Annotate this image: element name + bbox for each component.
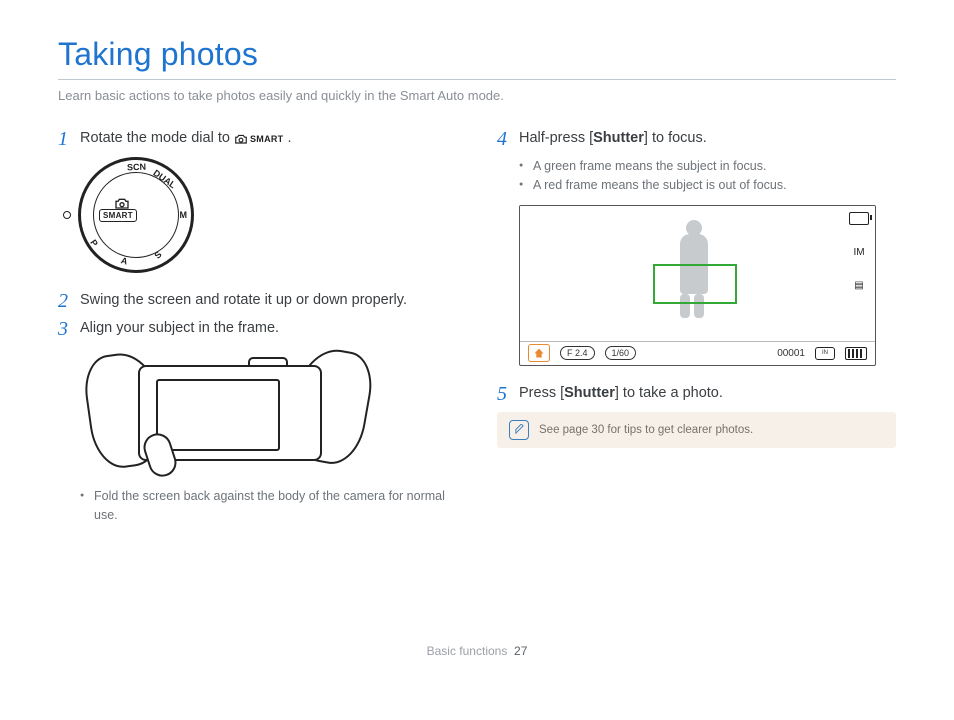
step-3-text: Align your subject in the frame.: [80, 319, 279, 339]
step-number-1: 1: [58, 129, 80, 149]
size-indicator: IM: [853, 247, 864, 258]
dial-scn: SCN: [127, 162, 146, 173]
step-4-pre: Half-press [: [519, 130, 593, 146]
battery-icon: [849, 212, 869, 225]
aperture-value: F 2.4: [560, 346, 595, 360]
step-number-5: 5: [497, 384, 519, 404]
camera-icon: [114, 198, 130, 210]
dial-dual: DUAL: [151, 168, 177, 191]
dial-pointer-dot: [63, 211, 71, 219]
dial-s: S: [152, 249, 163, 260]
footer-section: Basic functions: [427, 644, 508, 658]
step-4-bold: Shutter: [593, 130, 644, 146]
frame-counter: 00001: [777, 348, 805, 359]
storage-level-icon: [845, 347, 867, 360]
step-number-2: 2: [58, 291, 80, 311]
step-5-post: ] to take a photo.: [615, 385, 723, 401]
step-number-3: 3: [58, 319, 80, 339]
step-3-note: Fold the screen back against the body of…: [80, 487, 457, 525]
step-2-text: Swing the screen and rotate it up or dow…: [80, 291, 407, 311]
step-4-bullet-b: A red frame means the subject is out of …: [519, 176, 896, 195]
dial-p: P: [88, 238, 100, 249]
storage-icon: IN: [815, 347, 835, 360]
step-5-pre: Press [: [519, 385, 564, 401]
step-4-post: ] to focus.: [644, 130, 707, 146]
step-5-bold: Shutter: [564, 385, 615, 401]
step-4-bullet-a: A green frame means the subject in focus…: [519, 157, 896, 176]
footer-page: 27: [514, 644, 527, 658]
dial-m: M: [180, 210, 188, 220]
step-1-post: .: [288, 130, 292, 146]
note-icon: [509, 420, 529, 440]
quality-indicator: ▤: [854, 280, 863, 291]
shutter-value: 1/60: [605, 346, 637, 360]
step-number-4: 4: [497, 129, 519, 149]
mode-dial-illustration: SMART SCN DUAL M S A P: [78, 157, 457, 273]
focus-frame: [653, 264, 737, 304]
step-1-pre: Rotate the mode dial to: [80, 130, 234, 146]
camera-icon: [234, 134, 248, 145]
page-subtitle: Learn basic actions to take photos easil…: [58, 88, 896, 103]
dial-smart-label: SMART: [99, 209, 137, 222]
lcd-preview-illustration: IM ▤ F 2.4 1/60 00001 IN: [519, 205, 876, 366]
page-footer: Basic functions 27: [0, 644, 954, 658]
step-4-text: Half-press [Shutter] to focus.: [519, 129, 707, 149]
tip-text: See page 30 for tips to get clearer phot…: [539, 424, 753, 436]
smart-label: SMART: [250, 133, 284, 145]
camera-hold-illustration: [98, 347, 358, 477]
step-5-text: Press [Shutter] to take a photo.: [519, 384, 723, 404]
dial-a: A: [120, 255, 129, 266]
tip-callout: See page 30 for tips to get clearer phot…: [497, 412, 896, 448]
home-icon: [528, 344, 550, 362]
smart-mode-icon: SMART: [234, 133, 284, 145]
step-1-text: Rotate the mode dial to SMART .: [80, 129, 292, 149]
page-title: Taking photos: [58, 36, 896, 80]
